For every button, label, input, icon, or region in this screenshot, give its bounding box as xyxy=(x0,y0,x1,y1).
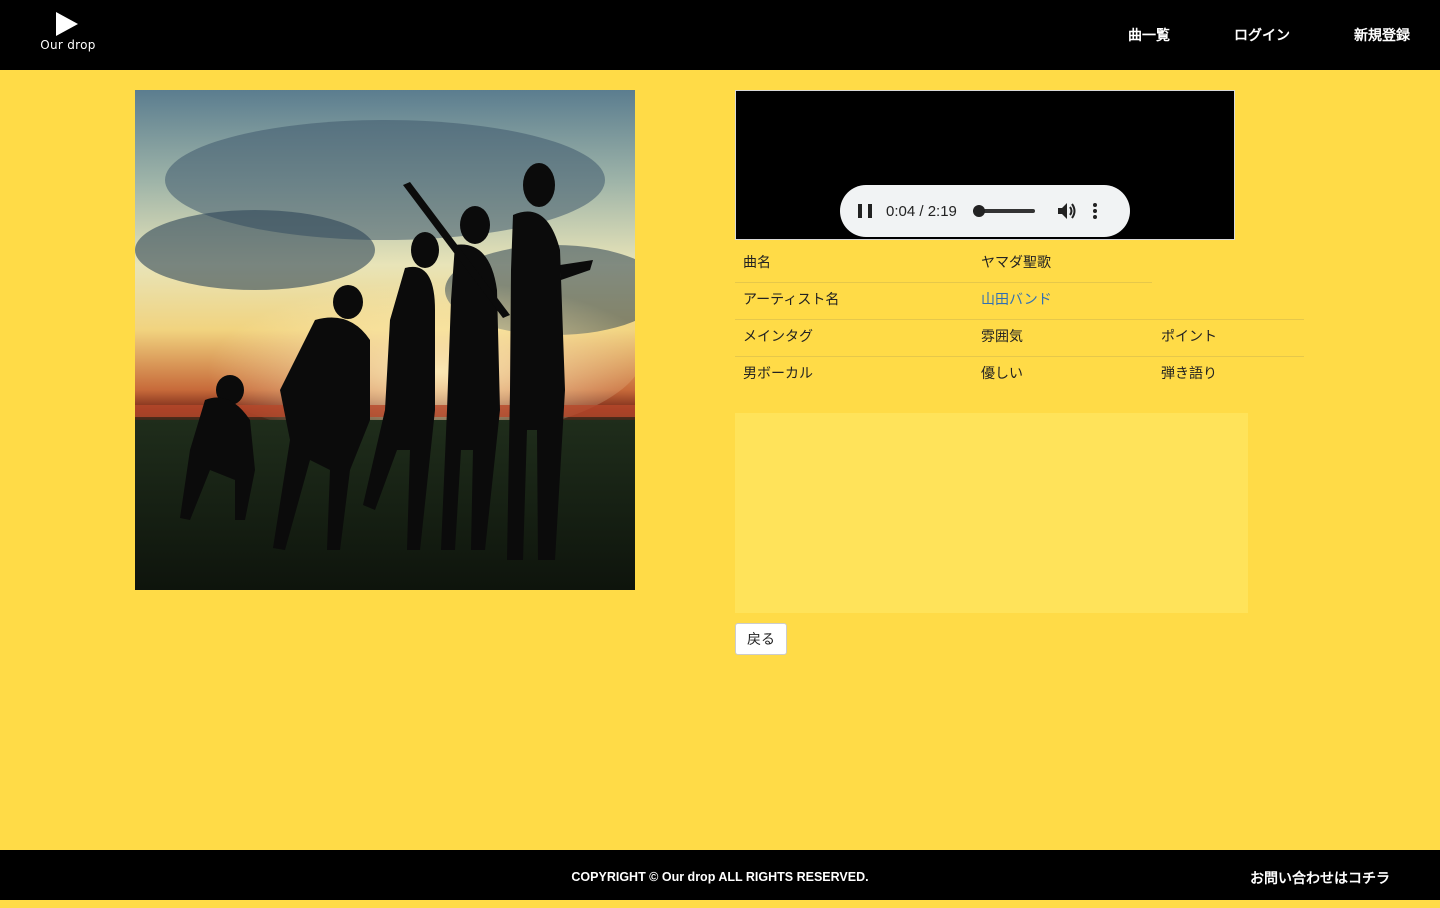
tag-point: 弾き語り xyxy=(1161,366,1217,382)
play-logo-icon xyxy=(56,12,78,36)
artist-link[interactable]: 山田バンド xyxy=(981,282,1052,319)
song-title: ヤマダ聖歌 xyxy=(981,255,1051,271)
tag-header-mood: 雰囲気 xyxy=(981,329,1023,345)
logo-text: Our drop xyxy=(40,38,96,52)
tag-mood: 優しい xyxy=(981,366,1023,382)
tag-header-main: メインタグ xyxy=(743,329,813,345)
more-options-icon[interactable] xyxy=(1092,203,1097,219)
site-header: Our drop 曲一覧 ログイン 新規登録 xyxy=(0,0,1440,70)
volume-icon[interactable] xyxy=(1057,202,1077,220)
audio-player: 0:04 / 2:19 xyxy=(735,90,1235,240)
audio-controls: 0:04 / 2:19 xyxy=(840,185,1130,237)
cover-image xyxy=(135,90,635,590)
contact-link[interactable]: お問い合わせはコチラ xyxy=(1250,850,1390,908)
time-display: 0:04 / 2:19 xyxy=(886,202,957,220)
seek-thumb[interactable] xyxy=(972,205,985,217)
pause-icon[interactable] xyxy=(858,204,872,218)
nav-login[interactable]: ログイン xyxy=(1234,25,1290,45)
nav-signup[interactable]: 新規登録 xyxy=(1354,25,1410,45)
back-button[interactable]: 戻る xyxy=(735,623,787,655)
main-nav: 曲一覧 ログイン 新規登録 xyxy=(1064,0,1410,70)
site-footer: COPYRIGHT © Our drop ALL RIGHTS RESERVED… xyxy=(0,850,1440,900)
nav-song-list[interactable]: 曲一覧 xyxy=(1128,25,1170,45)
tag-header-point: ポイント xyxy=(1161,329,1217,345)
tag-main: 男ボーカル xyxy=(743,366,813,382)
seek-slider[interactable] xyxy=(972,205,1035,217)
title-label: 曲名 xyxy=(743,255,771,271)
logo[interactable]: Our drop xyxy=(36,12,100,58)
artist-label: アーティスト名 xyxy=(743,292,840,308)
copyright-text: COPYRIGHT © Our drop ALL RIGHTS RESERVED… xyxy=(571,870,869,884)
silhouette-photo xyxy=(135,120,635,590)
comment-area xyxy=(735,413,1248,613)
